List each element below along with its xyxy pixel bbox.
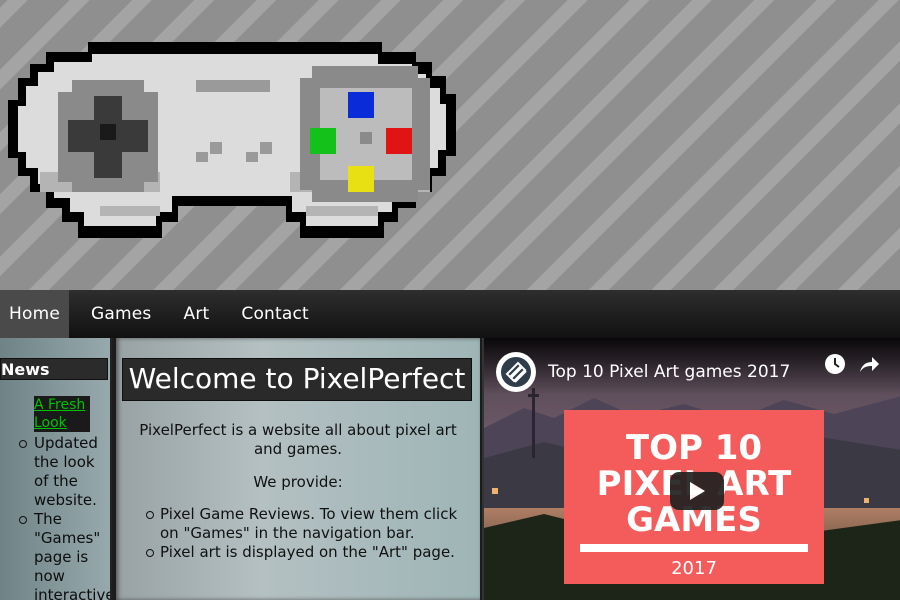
thumbnail-rule [580, 544, 808, 552]
news-item: Updated the look of the website. [19, 434, 110, 510]
nav-games[interactable]: Games [75, 290, 167, 338]
clock-icon[interactable] [824, 353, 846, 380]
channel-logo-icon[interactable] [496, 352, 536, 392]
provide-item: Pixel art is displayed on the "Art" page… [146, 543, 480, 562]
gamepad-logo-icon [8, 42, 456, 238]
news-sidebar: News A Fresh Look Updated the look of th… [0, 338, 112, 600]
provide-item: Pixel Game Reviews. To view them click o… [146, 505, 480, 543]
welcome-panel: Welcome to PixelPerfect PixelPerfect is … [116, 338, 480, 600]
nav-art[interactable]: Art [167, 290, 225, 338]
news-body: A Fresh Look Updated the look of the web… [0, 380, 110, 600]
page-title: Welcome to PixelPerfect [122, 358, 472, 401]
nav-contact[interactable]: Contact [225, 290, 325, 338]
video-title[interactable]: Top 10 Pixel Art games 2017 [548, 362, 790, 382]
news-headline-link[interactable]: A Fresh Look [34, 396, 90, 432]
video-embed[interactable]: Top 10 Pixel Art games 2017 TOP 10 PIXEL… [482, 338, 900, 600]
provide-list: Pixel Game Reviews. To view them click o… [116, 505, 480, 562]
news-item: The "Games" page is now interactive [19, 510, 110, 600]
provide-label: We provide: [253, 473, 343, 491]
intro-text: PixelPerfect is a website all about pixe… [139, 421, 457, 458]
share-icon[interactable] [858, 354, 880, 379]
play-button[interactable] [670, 472, 724, 510]
news-title: News [0, 358, 108, 380]
thumbnail-line: TOP 10 [625, 428, 763, 468]
main-navigation: Home Games Art Contact [0, 290, 900, 338]
nav-home[interactable]: Home [0, 290, 70, 338]
thumbnail-year: 2017 [671, 558, 717, 579]
header-banner [0, 0, 900, 290]
news-list: Updated the look of the website. The "Ga… [19, 434, 110, 600]
play-icon [690, 482, 705, 500]
